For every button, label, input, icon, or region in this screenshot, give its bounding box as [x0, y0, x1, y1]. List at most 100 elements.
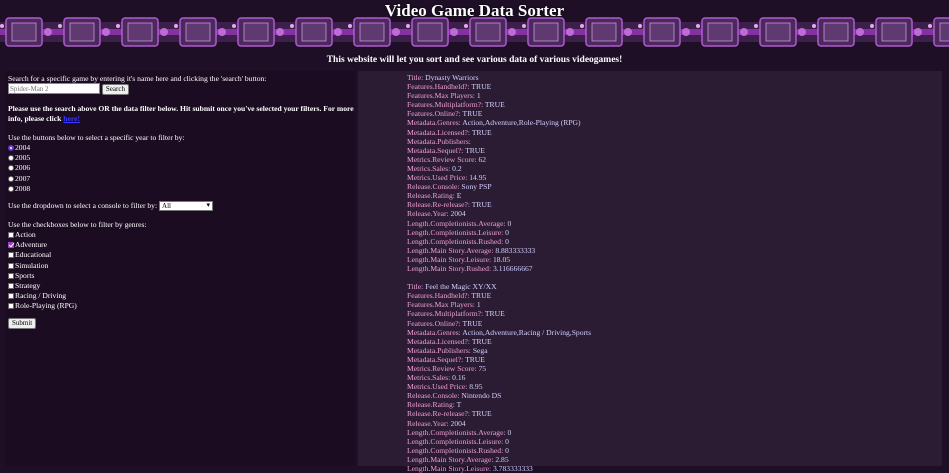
record-field: Features.Max Players: 1 [407, 300, 591, 309]
genre-option[interactable]: Action [8, 230, 77, 240]
results-list: Title: Dynasty Warriors Features.Handheld… [407, 73, 591, 473]
record-field: Metrics.Sales: 0.16 [407, 373, 591, 382]
field-value: 62 [478, 154, 487, 164]
field-value: TRUE [471, 200, 492, 210]
field-key: Length.Main Story.Leisure: [407, 464, 493, 473]
field-key: Metadata.Genres: [407, 118, 463, 128]
field-key: Length.Completionists.Leisure: [407, 436, 506, 446]
field-key: Metrics.Sales: [407, 373, 453, 383]
year-label: 2006 [15, 163, 31, 173]
year-radio[interactable] [8, 175, 14, 182]
game-record: Title: Dynasty Warriors Features.Handheld… [407, 73, 591, 273]
field-key: Features.Online?: [407, 318, 463, 328]
genre-checkbox[interactable] [8, 303, 14, 310]
genre-label: Simulation [15, 260, 49, 270]
record-field: Length.Completionists.Rushed: 0 [407, 237, 591, 246]
field-value: TRUE [471, 291, 492, 301]
genre-filter-group: Action Adventure Educational Simulation Spor… [8, 230, 77, 312]
year-option[interactable]: 2006 [8, 163, 30, 173]
record-field: Metadata.Genres: Action,Adventure,Role-P… [407, 118, 591, 127]
record-field: Metrics.Review Score: 75 [407, 364, 591, 373]
field-key: Metadata.Licensed?: [407, 336, 472, 346]
genre-checkbox[interactable] [8, 232, 14, 238]
field-value: TRUE [471, 127, 492, 137]
field-key: Metadata.Publishers: [407, 136, 471, 146]
field-value: TRUE [462, 109, 483, 119]
field-value: 0 [507, 218, 512, 228]
search-button[interactable]: Search [101, 83, 129, 95]
year-radio[interactable] [8, 165, 14, 172]
year-option[interactable]: 2007 [8, 174, 30, 184]
year-option[interactable]: 2008 [8, 184, 30, 194]
record-field: Metadata.Sequel?: TRUE [407, 355, 591, 364]
record-field: Length.Completionists.Average: 0 [407, 219, 591, 228]
record-field: Features.Handheld?: TRUE [407, 291, 591, 300]
genre-checkbox[interactable] [8, 262, 14, 269]
field-value: TRUE [462, 318, 483, 328]
field-value: 8.95 [469, 382, 483, 392]
record-field: Length.Completionists.Rushed: 0 [407, 446, 591, 455]
year-label: 2005 [15, 153, 31, 163]
year-radio[interactable] [8, 155, 14, 162]
year-radio[interactable] [8, 145, 14, 151]
year-label: 2004 [15, 143, 31, 152]
submit-row: Submit [8, 318, 37, 329]
genre-checkbox[interactable] [8, 293, 14, 300]
field-key: Release.Console: [407, 391, 462, 401]
genre-checkbox[interactable] [8, 252, 14, 259]
record-field: Release.Re-release?: TRUE [407, 200, 591, 209]
genre-option[interactable]: Racing / Driving [8, 291, 77, 301]
field-key: Length.Main Story.Average: [407, 245, 496, 255]
record-field: Metadata.Publishers: Sega [407, 346, 591, 355]
genre-label: Strategy [15, 281, 41, 291]
field-key: Length.Main Story.Leisure: [407, 254, 493, 264]
record-field: Title: Dynasty Warriors [407, 73, 591, 82]
year-label: 2007 [15, 173, 31, 183]
field-value: 3.783333333 [492, 464, 533, 473]
record-field: Features.Multiplatform?: TRUE [407, 100, 591, 109]
record-field: Length.Main Story.Rushed: 3.116666667 [407, 264, 591, 273]
genre-label: Action [15, 230, 36, 239]
field-key: Metadata.Sequel?: [407, 354, 466, 364]
genre-option[interactable]: Educational [8, 250, 77, 260]
genre-option[interactable]: Simulation [8, 261, 77, 271]
genre-checkbox[interactable] [8, 242, 14, 249]
field-key: Release.Year: [407, 209, 451, 219]
record-field: Features.Max Players: 1 [407, 91, 591, 100]
field-value: Feel the Magic XY/XX [425, 282, 497, 292]
more-info-link[interactable]: here! [63, 114, 80, 123]
year-option[interactable]: 2004 [8, 143, 30, 153]
field-value: T [456, 400, 462, 410]
console-dropdown[interactable]: All [159, 201, 214, 212]
year-option[interactable]: 2005 [8, 153, 30, 163]
genre-option[interactable]: Role-Playing (RPG) [8, 301, 77, 311]
genre-checkbox[interactable] [8, 272, 14, 279]
record-field: Metrics.Used Price: 8.95 [407, 382, 591, 391]
record-field: Release.Year: 2004 [407, 419, 591, 428]
field-key: Metadata.Licensed?: [407, 127, 472, 137]
field-key: Metadata.Genres: [407, 327, 463, 337]
field-value: TRUE [471, 82, 492, 92]
field-key: Metrics.Review Score: [407, 364, 479, 373]
game-record: Title: Feel the Magic XY/XX Features.Hand… [407, 282, 591, 473]
field-key: Features.Max Players: [407, 300, 477, 310]
field-value: 1 [476, 300, 481, 310]
year-filter-prompt: Use the buttons below to select a specif… [8, 133, 185, 142]
genre-filter-prompt: Use the checkboxes below to filter by ge… [8, 220, 147, 229]
submit-button[interactable]: Submit [8, 318, 37, 329]
search-input[interactable] [8, 83, 100, 94]
genre-option[interactable]: Sports [8, 271, 77, 281]
filter-panel: Search for a specific game by entering i… [5, 71, 355, 466]
genre-option[interactable]: Strategy [8, 281, 77, 291]
field-key: Length.Completionists.Leisure: [407, 227, 506, 237]
field-value: Dynasty Warriors [425, 73, 479, 82]
genre-checkbox[interactable] [8, 283, 14, 290]
field-value: Sony PSP [461, 182, 492, 192]
record-field: Release.Re-release?: TRUE [407, 409, 591, 418]
field-key: Features.Handheld?: [407, 82, 472, 92]
field-key: Length.Main Story.Rushed: [407, 263, 493, 273]
field-key: Length.Completionists.Average: [407, 218, 508, 228]
genre-option[interactable]: Adventure [8, 240, 77, 250]
field-value: 0 [505, 445, 509, 455]
year-radio[interactable] [8, 185, 14, 192]
